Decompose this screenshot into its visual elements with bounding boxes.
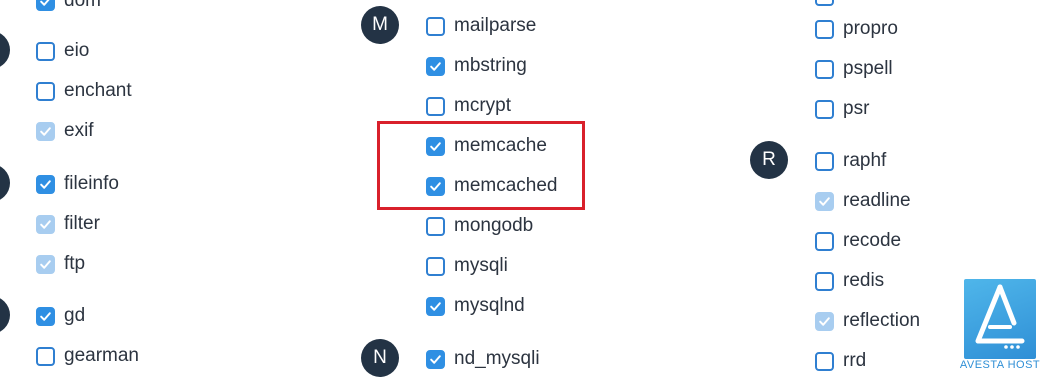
checkbox[interactable] bbox=[815, 271, 834, 291]
extension-label: psr bbox=[843, 98, 870, 119]
extension-label: mysqlnd bbox=[454, 295, 525, 316]
extension-label: eio bbox=[64, 40, 90, 61]
checkbox[interactable] bbox=[36, 346, 55, 366]
extension-label: fileinfo bbox=[64, 173, 119, 194]
extension-item-mysqli[interactable]: mysqli bbox=[426, 253, 508, 279]
checkbox[interactable] bbox=[426, 216, 445, 236]
extension-item-filter: filter bbox=[36, 211, 100, 237]
extension-item-nd-mysqli[interactable]: nd_mysqli bbox=[426, 346, 540, 372]
checkbox[interactable] bbox=[36, 174, 55, 194]
checkbox[interactable] bbox=[815, 231, 834, 251]
avesta-host-logo-icon bbox=[964, 279, 1036, 359]
extension-item-redis[interactable]: redis bbox=[815, 268, 884, 294]
extension-item-dom[interactable]: dom bbox=[36, 0, 101, 14]
extension-item-mbstring[interactable]: mbstring bbox=[426, 53, 527, 79]
letter-badge-r: R bbox=[750, 141, 788, 179]
highlight-box bbox=[377, 121, 585, 210]
checkbox bbox=[36, 214, 55, 234]
letter-badge-m: M bbox=[361, 6, 399, 44]
checkbox[interactable] bbox=[36, 0, 55, 11]
extension-label: exif bbox=[64, 120, 94, 141]
extension-item-reflection: reflection bbox=[815, 308, 920, 334]
extension-item-readline: readline bbox=[815, 188, 911, 214]
extension-item-ftp: ftp bbox=[36, 251, 85, 277]
checkbox[interactable] bbox=[815, 151, 834, 171]
extension-item-mailparse[interactable]: mailparse bbox=[426, 13, 536, 39]
extension-label: pspell bbox=[843, 58, 893, 79]
checkbox bbox=[36, 121, 55, 141]
checkbox[interactable] bbox=[815, 99, 834, 119]
extension-label: nd_mysqli bbox=[454, 348, 540, 369]
checkbox[interactable] bbox=[426, 296, 445, 316]
checkbox[interactable] bbox=[815, 19, 834, 39]
extension-item-gearman[interactable]: gearman bbox=[36, 343, 139, 369]
extension-label: mcrypt bbox=[454, 95, 511, 116]
extension-label: readline bbox=[843, 190, 911, 211]
extension-item-exif: exif bbox=[36, 118, 94, 144]
extension-item-pspell[interactable]: pspell bbox=[815, 56, 893, 82]
extension-label: rrd bbox=[843, 350, 867, 371]
checkbox[interactable] bbox=[815, 59, 834, 79]
checkbox bbox=[36, 254, 55, 274]
checkbox[interactable] bbox=[426, 96, 445, 116]
letter-badge-partial bbox=[0, 296, 10, 334]
extension-item-recode[interactable]: recode bbox=[815, 228, 901, 254]
letter-badge-partial bbox=[0, 164, 10, 202]
extension-item-rrd[interactable]: rrd bbox=[815, 348, 866, 374]
extension-label: propro bbox=[843, 18, 898, 39]
checkbox[interactable] bbox=[36, 41, 55, 61]
extension-item-gd[interactable]: gd bbox=[36, 303, 85, 329]
extension-item-propro[interactable]: propro bbox=[815, 16, 898, 42]
extension-label: ftp bbox=[64, 253, 86, 274]
extension-label: raphf bbox=[843, 150, 887, 171]
avesta-host-logo: AVESTA HOST bbox=[958, 279, 1042, 375]
watermark-text: AVESTA HOST bbox=[959, 359, 1041, 371]
extension-item-enchant[interactable]: enchant bbox=[36, 78, 132, 104]
extension-label: gearman bbox=[64, 345, 139, 366]
extension-label: gd bbox=[64, 305, 86, 326]
extension-label: mysqli bbox=[454, 255, 508, 276]
extension-item-mcrypt[interactable]: mcrypt bbox=[426, 93, 511, 119]
checkbox[interactable] bbox=[36, 81, 55, 101]
letter-badge-partial bbox=[0, 31, 10, 69]
extension-label: filter bbox=[64, 213, 100, 234]
extension-item-eio[interactable]: eio bbox=[36, 38, 89, 64]
extension-label: recode bbox=[843, 230, 902, 251]
letter-badge-n: N bbox=[361, 339, 399, 377]
extension-item-raphf[interactable]: raphf bbox=[815, 148, 886, 174]
extension-label: mongodb bbox=[454, 215, 534, 236]
checkbox[interactable] bbox=[815, 351, 834, 371]
extension-label: mbstring bbox=[454, 55, 527, 76]
checkbox[interactable] bbox=[426, 16, 445, 36]
checkbox[interactable] bbox=[426, 349, 445, 369]
extension-label: redis bbox=[843, 270, 885, 291]
extension-label: enchant bbox=[64, 80, 132, 101]
checkbox[interactable] bbox=[36, 306, 55, 326]
checkbox[interactable] bbox=[426, 56, 445, 76]
checkbox bbox=[815, 311, 834, 331]
extension-label: reflection bbox=[843, 310, 921, 331]
extension-item-fileinfo[interactable]: fileinfo bbox=[36, 171, 119, 197]
extension-item-psr[interactable]: psr bbox=[815, 96, 869, 122]
extension-item-mongodb[interactable]: mongodb bbox=[426, 213, 533, 239]
checkbox bbox=[815, 191, 834, 211]
checkbox-partial[interactable] bbox=[815, 0, 834, 6]
checkbox[interactable] bbox=[426, 256, 445, 276]
extension-item-mysqlnd[interactable]: mysqlnd bbox=[426, 293, 525, 319]
extension-label: dom bbox=[64, 0, 101, 11]
extension-label: mailparse bbox=[454, 15, 537, 36]
